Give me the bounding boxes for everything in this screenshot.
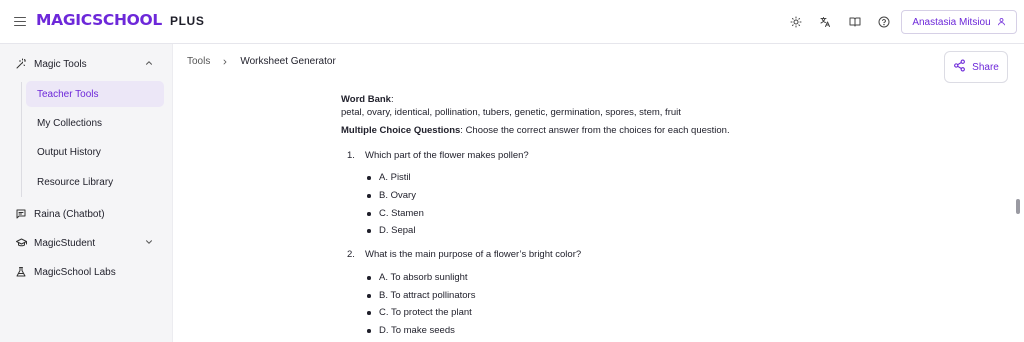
chevron-down-icon[interactable] (144, 237, 156, 249)
answer-option: B. To attract pollinators (366, 290, 476, 301)
chat-icon (14, 207, 28, 221)
answer-option: B. Ovary (367, 190, 416, 201)
user-name: Anastasia Mitsiou (912, 16, 991, 28)
question-number: 2. (347, 249, 355, 260)
logo-plus-label: PLUS (170, 14, 205, 28)
book-icon[interactable] (846, 13, 864, 31)
sidebar-item-teacher-tools[interactable]: Teacher Tools (26, 81, 164, 107)
mcq-label: Multiple Choice Questions (341, 125, 461, 136)
mcq-heading: Multiple Choice Questions: Choose the co… (341, 124, 730, 137)
scrollbar-thumb[interactable] (1016, 199, 1020, 214)
sidebar-item-label: MagicStudent (34, 237, 96, 249)
word-bank-label: Word Bank (341, 94, 391, 105)
share-label: Share (972, 61, 999, 73)
answer-option: A. Pistil (367, 172, 411, 183)
sidebar-item-my-collections[interactable]: My Collections (26, 110, 164, 136)
menu-icon[interactable] (14, 14, 26, 28)
logo[interactable]: MAGICSCHOOL PLUS (36, 11, 204, 33)
answer-option: A. To absorb sunlight (367, 272, 468, 283)
answer-option: D. Sepal (366, 225, 416, 236)
sidebar-item-raina[interactable]: Raina (Chatbot) (8, 202, 164, 226)
breadcrumb-tools-link[interactable]: Tools (187, 56, 210, 67)
sun-icon[interactable] (787, 13, 805, 31)
logo-wordmark: MAGICSCHOOL (36, 11, 163, 29)
question-number: 1. (347, 150, 355, 161)
question-text: What is the main purpose of a flower’s b… (365, 249, 582, 260)
sidebar-item-label: MagicSchool Labs (34, 266, 116, 278)
answer-option: D. To make seeds (367, 325, 455, 336)
top-header: MAGICSCHOOL PLUS Anastasia Mitsiou (0, 0, 1024, 44)
sidebar-item-magic-tools[interactable]: Magic Tools (8, 52, 164, 76)
user-menu-button[interactable]: Anastasia Mitsiou (901, 10, 1017, 34)
question-text: Which part of the flower makes pollen? (365, 150, 529, 161)
sidebar-item-label: Magic Tools (34, 58, 87, 70)
breadcrumb-current: Worksheet Generator (240, 56, 336, 67)
word-bank-heading: Word Bank: (341, 93, 394, 106)
sidebar-item-resource-library[interactable]: Resource Library (26, 169, 164, 195)
user-icon (997, 13, 1006, 31)
sidebar-item-label: Raina (Chatbot) (34, 208, 105, 220)
graduation-cap-icon (14, 236, 28, 250)
help-icon[interactable] (875, 13, 893, 31)
mcq-instruction: : Choose the correct answer from the cho… (460, 125, 730, 136)
submenu-divider (21, 82, 22, 197)
sidebar-item-magicschool-labs[interactable]: MagicSchool Labs (8, 260, 164, 284)
share-icon (953, 59, 966, 75)
answer-option: C. Stamen (367, 208, 424, 219)
flask-icon (14, 265, 28, 279)
chevron-right-icon (221, 58, 229, 66)
sidebar: Magic Tools Teacher Tools My Collections… (0, 44, 173, 342)
translate-icon[interactable] (816, 13, 834, 31)
word-bank-words: petal, ovary, identical, pollination, tu… (341, 107, 681, 118)
chevron-up-icon[interactable] (144, 58, 156, 70)
answer-option: C. To protect the plant (367, 307, 472, 318)
breadcrumb: Tools Worksheet Generator (187, 56, 336, 67)
sidebar-item-magicstudent[interactable]: MagicStudent (8, 231, 164, 255)
word-bank-colon: : (390, 94, 394, 105)
sidebar-item-output-history[interactable]: Output History (26, 139, 164, 165)
main-content: Tools Worksheet Generator Share Word Ban… (174, 44, 1024, 342)
wand-icon (14, 57, 28, 71)
share-button[interactable]: Share (944, 51, 1008, 83)
